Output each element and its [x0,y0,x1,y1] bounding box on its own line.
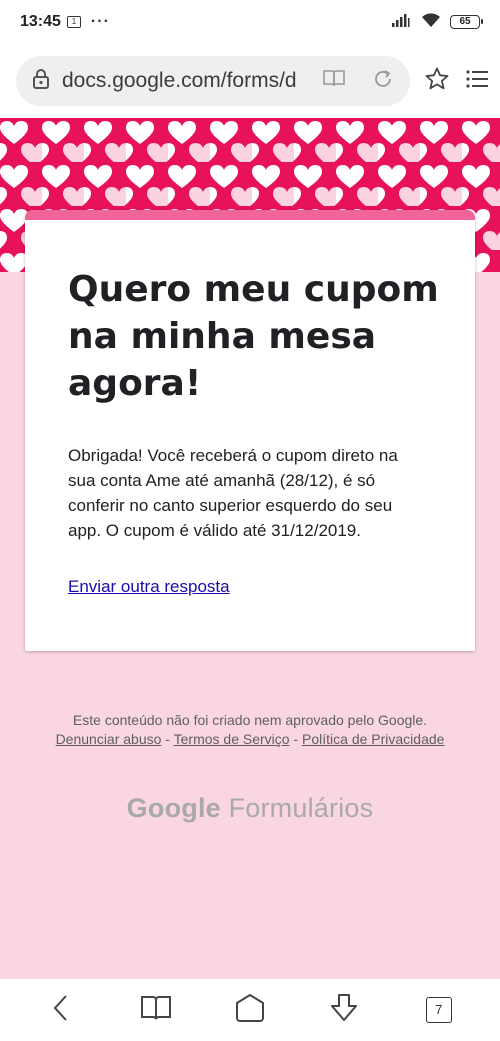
privacy-link[interactable]: Política de Privacidade [302,731,444,747]
terms-link[interactable]: Termos de Serviço [174,731,290,747]
status-right: 65 [392,12,483,33]
footer-links: Denunciar abuso - Termos de Serviço - Po… [0,730,500,749]
notification-icon: 1 [66,16,81,28]
reload-icon[interactable] [372,68,394,95]
toolbar-icons [424,66,490,97]
more-notifications-icon: ··· [90,13,110,30]
lock-icon [32,68,50,95]
status-bar: 13:45 1 ··· 65 [0,0,500,44]
product-name: Formulários [228,793,374,823]
bottom-navigation: 7 [0,979,500,1041]
confirmation-message: Obrigada! Você receberá o cupom direto n… [68,446,398,540]
home-icon [234,992,266,1029]
google-wordmark: Google [126,793,221,823]
submit-another-response-link[interactable]: Enviar outra resposta [68,577,230,597]
reader-mode-icon[interactable] [322,68,346,95]
tabs-icon: 7 [425,997,452,1023]
bookmarks-icon [140,994,172,1027]
tabs-button[interactable]: 7 [414,985,464,1035]
footer: Este conteúdo não foi criado nem aprovad… [0,711,500,749]
home-button[interactable] [225,985,275,1035]
star-icon[interactable] [424,66,450,97]
bookmarks-button[interactable] [131,985,181,1035]
download-button[interactable] [319,985,369,1035]
confirmation-card: Quero meu cupom na minha mesa agora! Obr… [25,210,475,651]
browser-toolbar: docs.google.com/forms/d [0,44,500,118]
address-bar[interactable]: docs.google.com/forms/d [16,56,410,106]
form-title: Quero meu cupom na minha mesa agora! [68,269,439,404]
download-icon [328,992,360,1029]
google-forms-logo[interactable]: Google Formulários [0,793,500,824]
back-button[interactable] [36,985,86,1035]
url-text[interactable]: docs.google.com/forms/d [62,69,302,93]
menu-list-icon[interactable] [464,66,490,97]
card-accent-bar [25,210,475,220]
wifi-icon [420,12,442,33]
battery-icon: 65 [450,15,483,29]
url-actions [322,68,394,95]
status-time: 13:45 [20,13,61,30]
signal-icon [392,13,412,32]
footer-disclaimer: Este conteúdo não foi criado nem aprovad… [72,712,428,728]
report-abuse-link[interactable]: Denunciar abuso [56,731,162,747]
footer-separator: - [161,731,174,747]
back-icon [49,993,73,1028]
footer-separator: - [289,731,303,747]
